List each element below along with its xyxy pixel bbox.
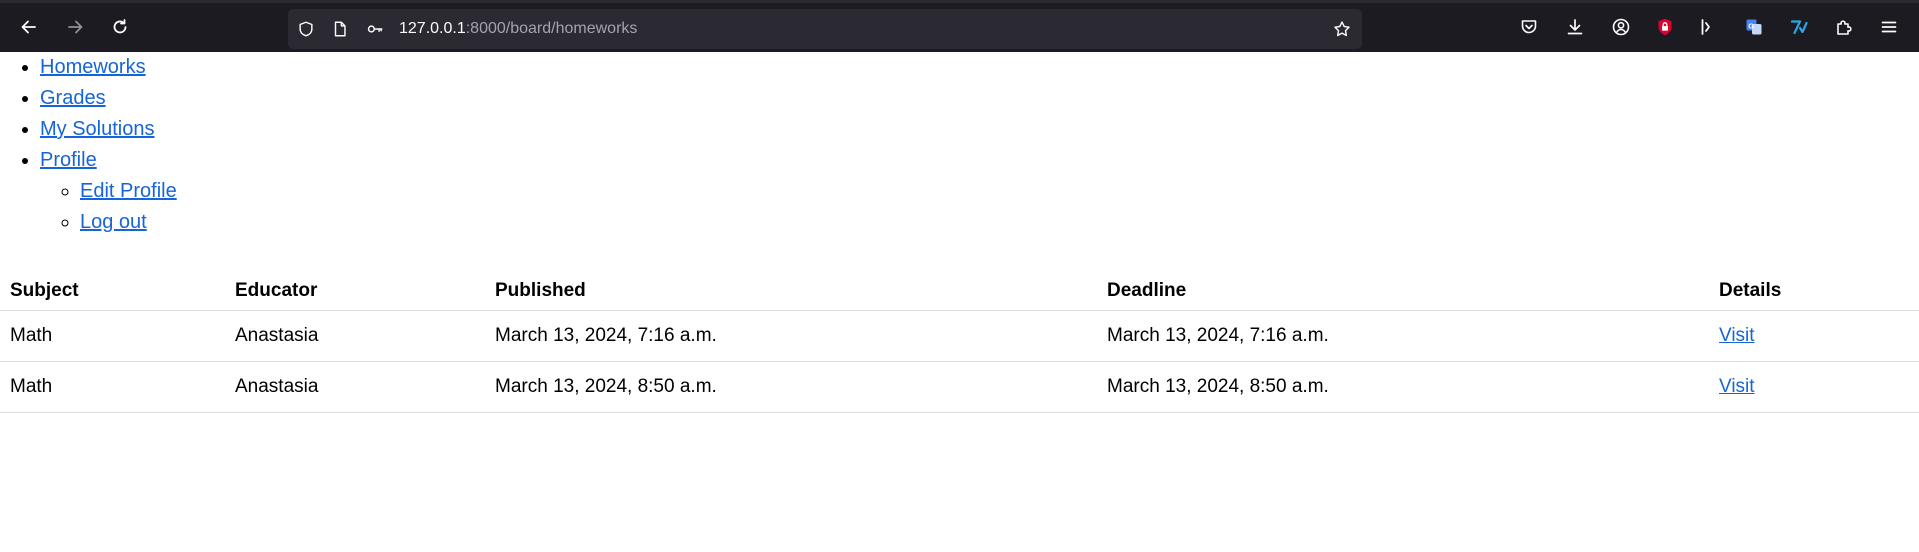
key-icon[interactable] [365, 19, 385, 39]
tool-icon[interactable] [1782, 12, 1816, 42]
download-icon[interactable] [1558, 12, 1592, 42]
back-icon[interactable] [12, 12, 46, 42]
star-icon[interactable] [1332, 19, 1352, 39]
header-deadline: Deadline [1097, 264, 1709, 311]
log-out-link[interactable]: Log out [80, 211, 147, 233]
url-path: :8000/board/homeworks [465, 20, 638, 37]
cell-deadline: March 13, 2024, 8:50 a.m. [1097, 361, 1709, 413]
header-subject: Subject [0, 264, 225, 311]
cell-details: Visit [1709, 310, 1919, 362]
shield-icon[interactable] [296, 19, 316, 39]
edit-profile-link[interactable]: Edit Profile [80, 180, 177, 202]
pocket-icon[interactable] [1512, 12, 1546, 42]
nav-link-grades[interactable]: Grades [40, 87, 106, 109]
cell-details: Visit [1709, 361, 1919, 413]
address-bar[interactable]: 127.0.0.1:8000/board/homeworks [288, 9, 1362, 49]
reload-icon[interactable] [103, 12, 137, 42]
table-header-row: Subject Educator Published Deadline Deta… [0, 264, 1919, 311]
homeworks-table: Subject Educator Published Deadline Deta… [0, 264, 1919, 413]
nav-link-profile[interactable]: Profile [40, 149, 97, 171]
nav-item-grades: Grades [40, 83, 1919, 114]
visit-link[interactable]: Visit [1719, 325, 1755, 346]
ublock-icon[interactable] [1648, 12, 1682, 42]
cell-published: March 13, 2024, 7:16 a.m. [485, 310, 1097, 362]
cell-subject: Math [0, 310, 225, 362]
subnav-item-edit-profile: Edit Profile [80, 176, 1919, 207]
url-host: 127.0.0.1 [399, 20, 466, 37]
nav-link-my-solutions[interactable]: My Solutions [40, 118, 155, 140]
profile-submenu: Edit Profile Log out [40, 176, 1919, 238]
browser-toolbar: 127.0.0.1:8000/board/homeworks G [0, 0, 1919, 52]
menu-icon[interactable] [1872, 12, 1906, 42]
nav-item-my-solutions: My Solutions [40, 114, 1919, 145]
url-text[interactable]: 127.0.0.1:8000/board/homeworks [399, 20, 637, 38]
table-row: Math Anastasia March 13, 2024, 8:50 a.m.… [0, 361, 1919, 413]
cell-educator: Anastasia [225, 310, 485, 362]
forward-icon[interactable] [58, 12, 92, 42]
sidebar-icon[interactable] [1688, 12, 1722, 42]
translate-icon[interactable]: G [1737, 12, 1771, 42]
nav-link-homeworks[interactable]: Homeworks [40, 56, 146, 78]
nav-item-homeworks: Homeworks [40, 52, 1919, 83]
subnav-item-log-out: Log out [80, 207, 1919, 238]
header-published: Published [485, 264, 1097, 311]
header-details: Details [1709, 264, 1919, 311]
page-icon[interactable] [330, 19, 350, 39]
table-row: Math Anastasia March 13, 2024, 7:16 a.m.… [0, 310, 1919, 362]
visit-link[interactable]: Visit [1719, 376, 1755, 397]
header-educator: Educator [225, 264, 485, 311]
cell-deadline: March 13, 2024, 7:16 a.m. [1097, 310, 1709, 362]
main-nav: Homeworks Grades My Solutions Profile Ed… [0, 52, 1919, 238]
account-icon[interactable] [1604, 12, 1638, 42]
cell-published: March 13, 2024, 8:50 a.m. [485, 361, 1097, 413]
svg-text:G: G [1748, 21, 1754, 30]
cell-educator: Anastasia [225, 361, 485, 413]
cell-subject: Math [0, 361, 225, 413]
puzzle-icon[interactable] [1827, 12, 1861, 42]
nav-item-profile: Profile Edit Profile Log out [40, 145, 1919, 238]
